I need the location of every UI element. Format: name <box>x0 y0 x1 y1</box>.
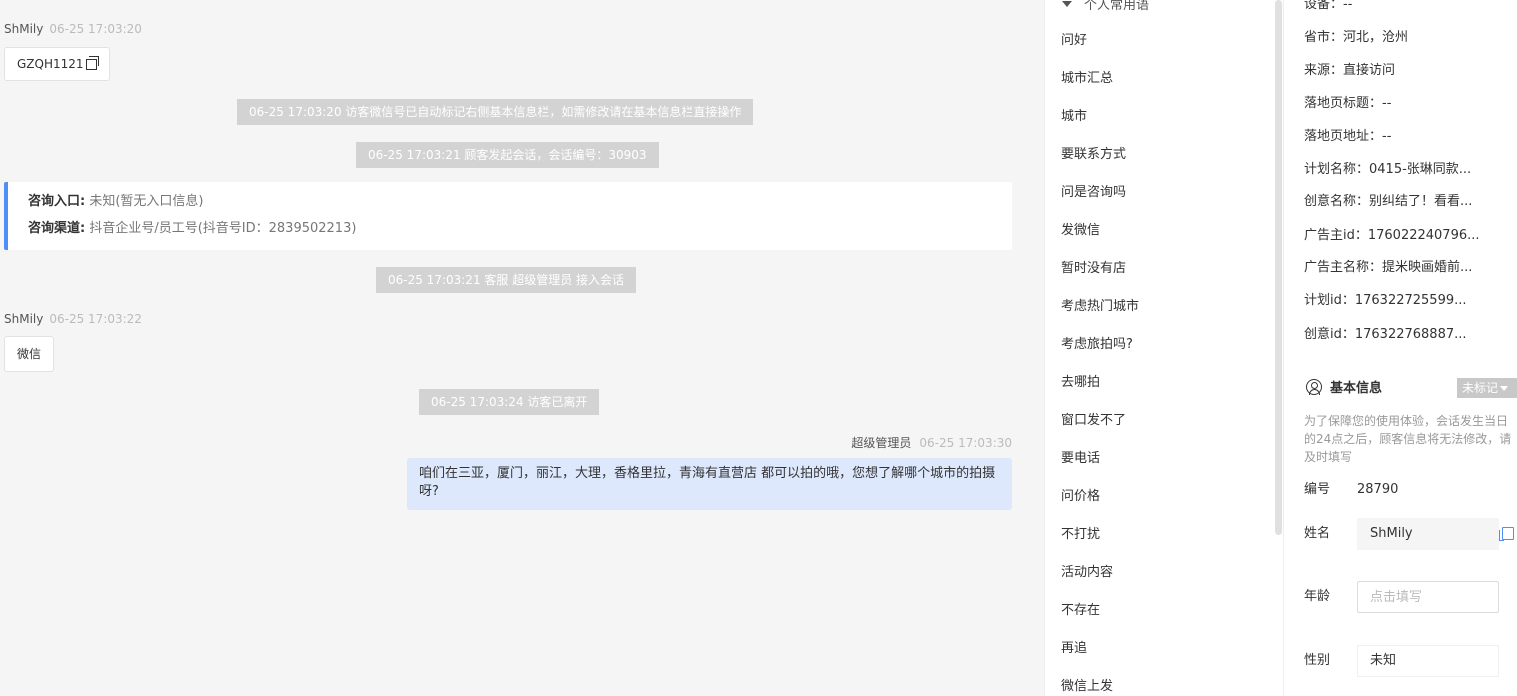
message-time: 06-25 17:03:20 <box>49 22 142 36</box>
caret-down-icon <box>1062 0 1072 7</box>
phrase-item[interactable]: 暂时没有店 <box>1061 259 1126 279</box>
copy-icon[interactable] <box>1499 527 1514 541</box>
quick-phrases-panel: 个人常用语 问好 城市汇总 城市 要联系方式 问是咨询吗 发微信 暂时没有店 考… <box>1044 0 1282 696</box>
info-advertiser-id: 广告主id：176022240796... <box>1304 228 1480 243</box>
phrase-item[interactable]: 城市 <box>1061 107 1087 127</box>
system-message: 06-25 17:03:20 访客微信号已自动标记右侧基本信息栏，如需修改请在基… <box>237 99 754 125</box>
channel-label: 咨询渠道: <box>28 221 86 236</box>
visitor-message[interactable]: 微信 <box>4 336 55 372</box>
user-circle-icon <box>1306 378 1322 395</box>
phrase-item[interactable]: 要电话 <box>1061 449 1100 469</box>
info-landing-title: 落地页标题：-- <box>1304 96 1392 111</box>
sender-name: ShMily <box>4 22 44 36</box>
age-label: 年龄 <box>1304 589 1331 604</box>
agent-message[interactable]: 咱们在三亚，厦门，丽江，大理，香格里拉，青海有直营店 都可以拍的哦，您想了解哪个… <box>407 458 1012 510</box>
mark-status-dropdown[interactable]: 未标记 <box>1457 378 1517 398</box>
caret-down-icon <box>1500 385 1509 391</box>
phrase-group-title: 个人常用语 <box>1084 0 1150 13</box>
phrase-item[interactable]: 不打扰 <box>1061 525 1100 545</box>
system-message: 06-25 17:03:21 顾客发起会话，会话编号：30903 <box>356 142 659 168</box>
edit-notice: 为了保障您的使用体验，会话发生当日的24点之后，顾客信息将无法修改，请及时填写 <box>1304 414 1512 464</box>
name-field[interactable]: ShMily <box>1357 518 1499 550</box>
phrase-item[interactable]: 去哪拍 <box>1061 373 1100 393</box>
name-label: 姓名 <box>1304 526 1331 541</box>
phrase-item[interactable]: 问好 <box>1061 31 1087 51</box>
message-header: ShMily 06-25 17:03:22 <box>4 312 142 326</box>
info-advertiser-name: 广告主名称：提米映画婚前... <box>1304 260 1473 275</box>
copy-icon[interactable] <box>85 55 99 70</box>
chat-area: ShMily 06-25 17:03:20 GZQH1121 06-25 17:0… <box>0 0 1044 696</box>
info-creative-name: 创意名称：别纠结了！看看... <box>1304 194 1473 209</box>
info-plan-id: 计划id：176322725599... <box>1304 293 1467 308</box>
info-creative-id: 创意id：176322768887... <box>1304 327 1467 342</box>
phrase-item[interactable]: 窗口发不了 <box>1061 411 1126 431</box>
system-message: 06-25 17:03:24 访客已离开 <box>419 389 600 415</box>
phrase-item[interactable]: 考虑旅拍吗? <box>1061 335 1133 355</box>
gender-label: 性别 <box>1304 653 1331 668</box>
message-time: 06-25 17:03:30 <box>919 436 1012 450</box>
id-label: 编号 <box>1304 482 1331 497</box>
mark-status-label: 未标记 <box>1462 381 1499 395</box>
gender-select[interactable]: 未知 <box>1357 645 1499 677</box>
phrase-item[interactable]: 再追 <box>1061 639 1087 659</box>
message-text: 微信 <box>17 347 42 361</box>
info-device: 设备：-- <box>1304 0 1353 12</box>
visitor-message[interactable]: GZQH1121 <box>4 47 110 81</box>
info-source: 来源：直接访问 <box>1304 63 1396 78</box>
phrase-item[interactable]: 考虑热门城市 <box>1061 297 1139 317</box>
message-time: 06-25 17:03:22 <box>49 312 142 326</box>
info-region: 省市：河北，沧州 <box>1304 30 1409 45</box>
age-input[interactable] <box>1357 581 1499 613</box>
system-message: 06-25 17:03:21 客服 超级管理员 接入会话 <box>376 267 637 293</box>
agent-name: 超级管理员 <box>851 436 912 450</box>
basic-info-title: 基本信息 <box>1330 381 1383 396</box>
phrase-item[interactable]: 微信上发 <box>1061 677 1113 696</box>
phrase-item[interactable]: 活动内容 <box>1061 563 1113 583</box>
phrase-item[interactable]: 要联系方式 <box>1061 145 1126 165</box>
phrase-item[interactable]: 问价格 <box>1061 487 1100 507</box>
phrase-item[interactable]: 不存在 <box>1061 601 1100 621</box>
info-plan-name: 计划名称：0415-张琳同款... <box>1304 162 1472 177</box>
channel-value: 抖音企业号/员工号(抖音号ID：2839502213) <box>89 221 357 236</box>
consult-info-card: 咨询入口: 未知(暂无入口信息) 咨询渠道: 抖音企业号/员工号(抖音号ID：2… <box>4 182 1012 250</box>
sender-name: ShMily <box>4 312 44 326</box>
entry-value: 未知(暂无入口信息) <box>89 194 204 209</box>
phrase-item[interactable]: 问是咨询吗 <box>1061 183 1126 203</box>
phrases-scrollbar[interactable] <box>1275 0 1282 535</box>
id-value: 28790 <box>1357 482 1399 497</box>
info-landing-url: 落地页地址：-- <box>1304 129 1392 144</box>
message-header: ShMily 06-25 17:03:20 <box>4 22 142 36</box>
agent-message-header: 超级管理员 06-25 17:03:30 <box>851 434 1012 451</box>
phrase-item[interactable]: 发微信 <box>1061 221 1100 241</box>
basic-info-heading: 基本信息 <box>1306 377 1382 396</box>
phrase-group-toggle[interactable]: 个人常用语 <box>1062 0 1149 13</box>
message-text: GZQH1121 <box>17 57 84 71</box>
phrase-item[interactable]: 城市汇总 <box>1061 69 1113 89</box>
entry-label: 咨询入口: <box>28 194 86 209</box>
